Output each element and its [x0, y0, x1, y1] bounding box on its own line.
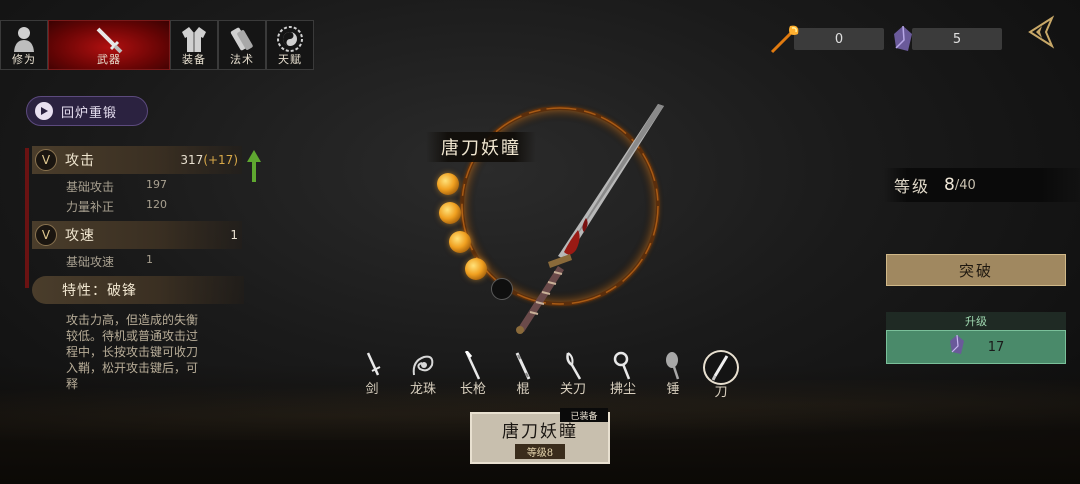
weapon-type-selector: 剑 龙珠 长枪 棍 关刀 拂尘 锤 刀: [350, 350, 750, 400]
sword-icon: [94, 25, 124, 59]
weapon-type-label: 剑: [365, 382, 379, 397]
taiji-icon: [276, 25, 304, 57]
level-current: 8: [944, 175, 955, 195]
upgrade-button[interactable]: 17: [886, 330, 1066, 364]
top-tab-bar: 修为 武器 装备 法术 天赋: [0, 20, 314, 70]
recast-label: 回炉重锻: [61, 105, 118, 121]
enhance-orb-filled: [465, 258, 487, 280]
level-label: 等级: [894, 177, 931, 196]
collapse-chevron-icon: V: [35, 149, 57, 171]
weapon-type-label: 拂尘: [609, 382, 636, 397]
weapon-level: 等级 8 /40: [884, 168, 1080, 202]
purple-crystal-icon: [948, 334, 966, 360]
upgrade-cost: 17: [987, 339, 1005, 355]
tab-cultivation[interactable]: 修为: [0, 20, 48, 70]
tang-blade-sword-image: [500, 100, 670, 340]
weapon-type-label: 刀: [714, 385, 728, 400]
weapon-type-sword[interactable]: 剑: [352, 350, 392, 400]
currency-feather: 0: [768, 25, 884, 54]
weapon-type-dragon-orb[interactable]: 龙珠: [403, 350, 443, 400]
stat-sub-row: 基础攻速 1: [66, 253, 153, 269]
bust-icon: [13, 25, 35, 57]
stat-name: 攻击: [65, 153, 95, 169]
upgrade-header: 升级: [965, 315, 987, 328]
play-icon: [35, 102, 53, 120]
equipped-badge: 已装备: [560, 408, 608, 422]
stat-speed-header[interactable]: V 攻速 1: [32, 221, 242, 249]
weapon-type-label: 龙珠: [409, 382, 436, 397]
weapon-type-whisk[interactable]: 拂尘: [603, 350, 643, 400]
torch-feather-icon: [768, 22, 802, 56]
tab-talent[interactable]: 天赋: [266, 20, 314, 70]
tab-weapon[interactable]: 武器: [48, 20, 170, 70]
stat-sub-row: 基础攻击 197: [66, 178, 167, 194]
currency-crystal: 5: [890, 24, 1002, 54]
collapse-chevron-icon: V: [35, 224, 57, 246]
weapon-type-guandao[interactable]: 关刀: [553, 350, 593, 400]
stat-value: 317(+17): [180, 153, 238, 167]
weapon-type-spear[interactable]: 长枪: [453, 350, 493, 400]
weapon-type-label: 棍: [516, 382, 530, 397]
stat-value: 1: [230, 228, 238, 242]
menu-button[interactable]: [1022, 14, 1058, 50]
upgrade-panel: 升级 17: [886, 312, 1066, 364]
weapon-type-hammer[interactable]: 锤: [653, 350, 693, 400]
stat-attack-header[interactable]: V 攻击 317(+17): [32, 146, 242, 174]
tab-spells[interactable]: 法术: [218, 20, 266, 70]
blade-icon: [703, 350, 739, 385]
tab-equipment[interactable]: 装备: [170, 20, 218, 70]
enhance-orb-filled: [439, 202, 461, 224]
trait-header: 特性：破锋: [32, 276, 244, 304]
scroll-icon: [229, 25, 255, 57]
breakthrough-button[interactable]: 突破: [886, 254, 1066, 286]
weapon-type-blade[interactable]: 刀: [701, 350, 741, 400]
enhance-orb-filled: [437, 173, 459, 195]
level-max: /40: [954, 177, 976, 193]
up-arrow-icon: [247, 150, 261, 186]
currency-feather-count: 0: [794, 28, 884, 50]
stats-accent-bar: [25, 148, 29, 288]
recast-button[interactable]: 回炉重锻: [26, 96, 148, 126]
robe-icon: [181, 25, 207, 57]
purple-crystal-icon: [890, 24, 916, 54]
equipped-weapon-level: 等级8: [514, 444, 566, 459]
enhance-orb-filled: [449, 231, 471, 253]
stat-sub-row: 力量补正 120: [66, 198, 167, 214]
weapon-type-label: 关刀: [559, 382, 586, 397]
stat-name: 攻速: [65, 228, 95, 244]
trait-label: 特性：破锋: [62, 283, 137, 299]
trait-description: 攻击力高，但造成的失衡较低。待机或普通攻击过程中，长按攻击键可收刀入鞘，松开攻击…: [66, 313, 199, 391]
weapon-type-label: 长枪: [459, 382, 486, 397]
weapon-type-label: 锤: [666, 382, 680, 397]
weapon-type-staff[interactable]: 棍: [503, 350, 543, 400]
chevron-back-icon: [1022, 15, 1058, 54]
currency-crystal-count: 5: [912, 28, 1002, 50]
